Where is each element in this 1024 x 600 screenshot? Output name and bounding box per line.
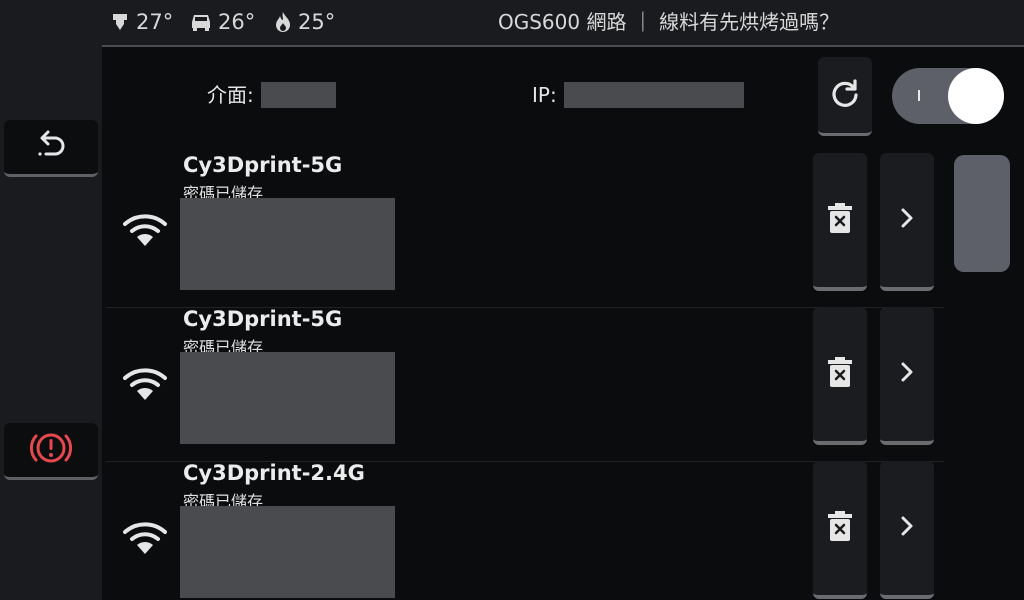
network-details-redacted <box>180 352 395 444</box>
heated-bed-icon <box>190 12 212 32</box>
trash-icon <box>828 357 852 391</box>
chevron-right-icon <box>900 361 914 387</box>
network-list-item[interactable]: Cy3Dprint-5G 密碼已儲存 <box>106 153 944 308</box>
toggle-knob <box>948 68 1004 124</box>
page-title: OGS600 網路 ｜ 線料有先烘烤過嗎？ <box>498 10 840 34</box>
network-ssid: Cy3Dprint-2.4G <box>183 461 365 485</box>
wifi-toggle[interactable] <box>892 68 1004 124</box>
chamber-temp-value: 25° <box>298 10 336 34</box>
interface-label: 介面: <box>207 83 254 107</box>
chamber-heat-icon <box>274 11 292 33</box>
emergency-stop-button[interactable] <box>4 423 98 480</box>
emergency-stop-icon <box>27 428 75 472</box>
delete-network-button[interactable] <box>813 153 867 291</box>
scrollbar-thumb[interactable] <box>954 155 1010 272</box>
refresh-icon <box>829 77 861 113</box>
trash-icon <box>828 511 852 545</box>
network-details-button[interactable] <box>880 153 934 291</box>
network-details-button[interactable] <box>880 461 934 599</box>
wifi-signal-icon <box>123 367 167 407</box>
chamber-temp[interactable]: 25° <box>274 8 335 36</box>
extruder-temp-value: 27° <box>136 10 174 34</box>
toggle-on-mark <box>918 90 920 101</box>
bed-temp-value: 26° <box>218 10 256 34</box>
extruder-icon <box>110 12 130 32</box>
left-rail <box>0 0 102 600</box>
back-arrow-icon <box>34 128 68 166</box>
network-screen: 27° 26° 25° OGS600 網路 ｜ 線料有先烘烤過嗎？ 介面: IP… <box>0 0 1024 600</box>
wifi-signal-icon <box>123 213 167 253</box>
extruder-temp[interactable]: 27° <box>110 8 173 36</box>
ip-value-redacted <box>564 82 744 108</box>
trash-icon <box>828 203 852 237</box>
network-details-button[interactable] <box>880 307 934 445</box>
refresh-button[interactable] <box>818 57 872 136</box>
network-list-item[interactable]: Cy3Dprint-5G 密碼已儲存 <box>106 307 944 462</box>
wifi-signal-icon <box>123 521 167 561</box>
network-ssid: Cy3Dprint-5G <box>183 153 343 177</box>
chevron-right-icon <box>900 207 914 233</box>
network-details-redacted <box>180 506 395 598</box>
top-status-bar: 27° 26° 25° OGS600 網路 ｜ 線料有先烘烤過嗎？ <box>102 0 1024 47</box>
interface-value-redacted <box>261 82 336 108</box>
chevron-right-icon <box>900 515 914 541</box>
bed-temp[interactable]: 26° <box>190 8 255 36</box>
network-details-redacted <box>180 198 395 290</box>
delete-network-button[interactable] <box>813 307 867 445</box>
back-button[interactable] <box>4 120 98 177</box>
network-list-item[interactable]: Cy3Dprint-2.4G 密碼已儲存 <box>106 461 944 600</box>
network-ssid: Cy3Dprint-5G <box>183 307 343 331</box>
delete-network-button[interactable] <box>813 461 867 599</box>
ip-label: IP: <box>532 83 557 107</box>
